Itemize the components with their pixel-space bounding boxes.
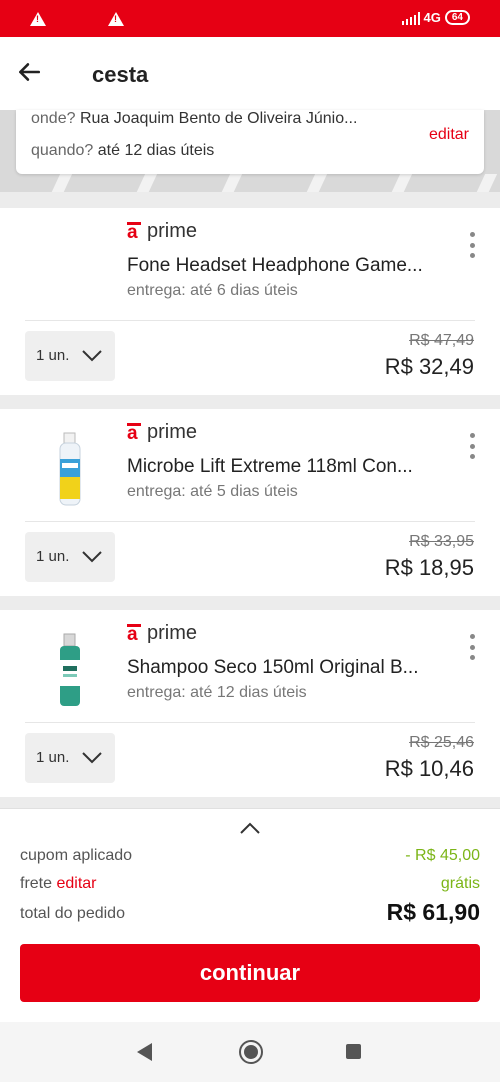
product-delivery: entrega: até 6 dias úteis <box>127 282 298 299</box>
chevron-down-icon <box>82 551 102 563</box>
prime-badge: a prime <box>127 421 198 444</box>
edit-delivery-link[interactable]: editar <box>429 126 469 144</box>
app-header: cesta <box>0 37 500 110</box>
nav-back-icon[interactable] <box>137 1043 152 1061</box>
original-price: R$ 47,49 <box>409 332 474 349</box>
quantity-select[interactable]: 1 un. <box>25 331 115 381</box>
edit-shipping-link[interactable]: editar <box>56 875 96 892</box>
quantity-value: 1 un. <box>36 749 70 766</box>
nav-recents-icon[interactable] <box>346 1044 361 1059</box>
quantity-select[interactable]: 1 un. <box>25 733 115 783</box>
product-name[interactable]: Shampoo Seco 150ml Original B... <box>127 657 447 679</box>
delivery-address: Rua Joaquim Bento de Oliveira Júnio... <box>79 110 358 127</box>
product-delivery: entrega: até 12 dias úteis <box>127 684 307 701</box>
original-price: R$ 33,95 <box>409 533 474 550</box>
cart-item: a prime Microbe Lift Extreme 118ml Con..… <box>0 409 500 596</box>
status-bar: 4G 64 <box>0 0 500 37</box>
delivery-time: até 12 dias úteis <box>97 142 215 159</box>
coupon-row: cupom aplicado - R$ 45,00 <box>20 847 480 865</box>
warning-icon <box>108 12 124 26</box>
delivery-card: onde? Rua Joaquim Bento de Oliveira Júni… <box>16 110 484 174</box>
product-image[interactable] <box>38 630 102 710</box>
back-arrow-icon[interactable] <box>16 59 42 85</box>
original-price: R$ 25,46 <box>409 734 474 751</box>
prime-logo-icon: a <box>127 422 141 443</box>
more-options-icon[interactable] <box>470 634 476 660</box>
network-type: 4G <box>423 10 441 25</box>
product-price: R$ 32,49 <box>384 354 474 379</box>
battery-icon: 64 <box>444 10 470 25</box>
product-price: R$ 10,46 <box>384 756 474 781</box>
coupon-label: cupom aplicado <box>20 847 133 864</box>
delivery-when: quando? até 12 dias úteis <box>31 142 215 159</box>
quantity-value: 1 un. <box>36 347 70 364</box>
signal-icon <box>401 11 420 25</box>
divider <box>25 722 475 723</box>
quantity-select[interactable]: 1 un. <box>25 532 115 582</box>
product-delivery: entrega: até 5 dias úteis <box>127 483 298 500</box>
chevron-down-icon <box>82 350 102 362</box>
warning-icon <box>30 12 46 26</box>
cart-item: a prime Shampoo Seco 150ml Original B...… <box>0 610 500 797</box>
product-name[interactable]: Microbe Lift Extreme 118ml Con... <box>127 456 447 478</box>
prime-badge: a prime <box>127 220 198 243</box>
status-indicators: 4G 64 <box>401 10 470 25</box>
quantity-value: 1 un. <box>36 548 70 565</box>
shipping-label: frete <box>20 875 53 892</box>
prime-badge: a prime <box>127 622 198 645</box>
page-title: cesta <box>92 62 149 87</box>
cart-item: a prime Fone Headset Headphone Game... e… <box>0 208 500 395</box>
product-image[interactable] <box>38 429 102 509</box>
divider <box>25 320 475 321</box>
prime-logo-icon: a <box>127 221 141 242</box>
prime-logo-icon: a <box>127 623 141 644</box>
nav-home-icon[interactable] <box>239 1040 263 1064</box>
total-label: total do pedido <box>20 905 125 922</box>
product-name[interactable]: Fone Headset Headphone Game... <box>127 255 447 277</box>
product-price: R$ 18,95 <box>384 555 474 580</box>
system-nav-bar <box>0 1022 500 1082</box>
continue-button[interactable]: continuar <box>20 944 480 1002</box>
shipping-row: frete editar grátis <box>20 875 480 893</box>
chevron-up-icon[interactable] <box>239 821 261 835</box>
more-options-icon[interactable] <box>470 232 476 258</box>
delivery-where: onde? Rua Joaquim Bento de Oliveira Júni… <box>31 110 358 127</box>
chevron-down-icon <box>82 752 102 764</box>
shipping-value: grátis <box>440 875 480 892</box>
more-options-icon[interactable] <box>470 433 476 459</box>
coupon-value: - R$ 45,00 <box>405 847 480 864</box>
total-value: R$ 61,90 <box>386 899 480 925</box>
total-row: total do pedido R$ 61,90 <box>20 899 480 925</box>
divider <box>25 521 475 522</box>
order-summary: cupom aplicado - R$ 45,00 frete editar g… <box>0 808 500 1022</box>
